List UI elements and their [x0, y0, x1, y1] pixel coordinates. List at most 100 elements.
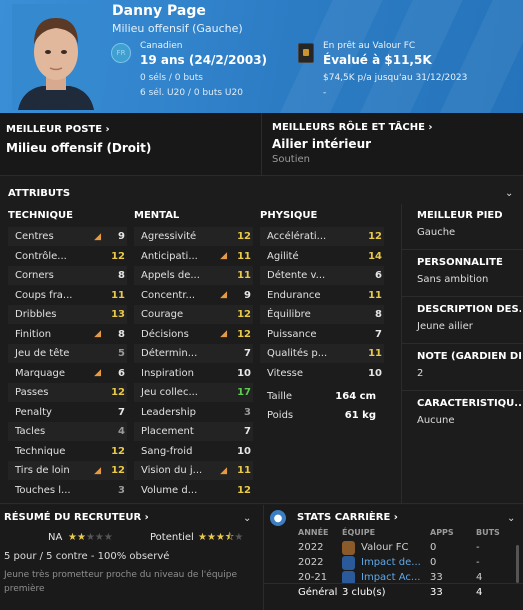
attribute-row[interactable]: Vitesse 10 — [260, 364, 384, 383]
attribute-name: Agressivité — [141, 231, 197, 242]
attribute-value: 12 — [368, 231, 382, 242]
training-arrow-icon: ◢ — [220, 290, 227, 300]
current-ability-label: NA — [48, 532, 63, 543]
attribute-value: 13 — [111, 309, 125, 320]
training-arrow-icon: ◢ — [94, 368, 101, 378]
attribute-value: 11 — [368, 348, 382, 359]
attribute-row[interactable]: Puissance 7 — [260, 325, 384, 344]
player-name[interactable]: Danny Page — [112, 3, 206, 19]
attribute-row[interactable]: Volume d... 12 — [134, 481, 253, 500]
attribute-row[interactable]: Concentr... ◢ 9 — [134, 286, 253, 305]
total-goals: 4 — [476, 587, 483, 598]
career-apps: 0 — [430, 557, 437, 568]
attribute-row[interactable]: Contrôle... 12 — [8, 247, 127, 266]
scout-chevron-down-icon[interactable]: ⌄ — [243, 513, 251, 524]
attribute-row[interactable]: Passes 12 — [8, 383, 127, 402]
career-year: 2022 — [298, 557, 324, 568]
attribute-value: 7 — [244, 426, 251, 437]
attribute-row[interactable]: Tacles 4 — [8, 422, 127, 441]
scout-summary: 5 pour / 5 contre - 100% observé — [4, 551, 170, 562]
club-badge-icon — [342, 556, 355, 570]
attribute-row[interactable]: Tirs de loin ◢ 12 — [8, 461, 127, 480]
attribute-row[interactable]: Placement 7 — [134, 422, 253, 441]
attribute-row[interactable]: Accélérati... 12 — [260, 227, 384, 246]
attribute-row[interactable]: Décisions ◢ 12 — [134, 325, 253, 344]
attribute-name: Vision du j... — [141, 465, 203, 476]
attribute-name: Détente v... — [267, 270, 326, 281]
attribute-row[interactable]: Jeu de tête 5 — [8, 344, 127, 363]
player-traits[interactable]: CARACTÉRISTIQU... Aucune — [417, 398, 521, 426]
personality-title: PERSONNALITÉ — [417, 257, 503, 268]
star-icon: ⯪ — [224, 532, 235, 543]
attribute-row[interactable]: Finition ◢ 8 — [8, 325, 127, 344]
attribute-value: 12 — [237, 328, 251, 340]
career-team[interactable]: Impact Ac... — [361, 572, 420, 583]
player-wage: $74,5K p/a jusqu'au 31/12/2023 — [323, 73, 468, 83]
height-row: Taille 164 cm — [260, 387, 384, 406]
attribute-row[interactable]: Penalty 7 — [8, 403, 127, 422]
attribute-row[interactable]: Dribbles 13 — [8, 305, 127, 324]
star-icon: ★ — [206, 532, 216, 543]
career-goals: 4 — [476, 572, 483, 583]
player-info-sidebar: MEILLEUR PIED Gauche PERSONNALITÉ Sans a… — [401, 204, 523, 504]
scout-report-title[interactable]: RÉSUMÉ DU RECRUTEUR › — [4, 512, 149, 523]
attribute-row[interactable]: Jeu collec... 17 — [134, 383, 253, 402]
attribute-name: Technique — [15, 445, 66, 457]
attribute-row[interactable]: Technique 12 — [8, 442, 127, 461]
attribute-row[interactable]: Détermin... 7 — [134, 344, 253, 363]
attribute-row[interactable]: Endurance 11 — [260, 286, 384, 305]
career-chevron-down-icon[interactable]: ⌄ — [507, 513, 515, 524]
attribute-name: Appels de... — [141, 270, 200, 281]
attribute-value: 6 — [118, 367, 125, 379]
attribute-name: Vitesse — [267, 367, 304, 379]
best-position-panel[interactable]: MEILLEUR POSTE › Milieu offensif (Droit) — [0, 113, 262, 176]
best-role-panel[interactable]: MEILLEURS RÔLE ET TÂCHE › Ailier intérie… — [263, 113, 523, 176]
attribute-row[interactable]: Équilibre 8 — [260, 305, 384, 324]
attribute-value: 10 — [368, 367, 382, 379]
attribute-row[interactable]: Inspiration 10 — [134, 364, 253, 383]
attribute-row[interactable]: Courage 12 — [134, 305, 253, 324]
attribute-name: Agilité — [267, 250, 299, 262]
star-icon: ★ — [234, 532, 244, 543]
attribute-name: Volume d... — [141, 484, 198, 496]
nationality[interactable]: Canadien — [140, 41, 182, 51]
attribute-row[interactable]: Qualités p... 11 — [260, 344, 384, 363]
chevron-down-icon[interactable]: ⌄ — [505, 188, 513, 199]
attribute-row[interactable]: Anticipati... ◢ 11 — [134, 247, 253, 266]
attribute-row[interactable]: Agressivité 12 — [134, 227, 253, 246]
attribute-value: 10 — [237, 367, 251, 379]
attribute-row[interactable]: Appels de... 11 — [134, 266, 253, 285]
attribute-value: 12 — [111, 445, 125, 457]
training-arrow-icon: ◢ — [94, 231, 101, 242]
career-stats-title[interactable]: STATS CARRIÈRE › — [297, 512, 398, 523]
attribute-name: Accélérati... — [267, 231, 327, 242]
attribute-name: Puissance — [267, 328, 317, 340]
attribute-row[interactable]: Leadership 3 — [134, 403, 253, 422]
attribute-row[interactable]: Agilité 14 — [260, 247, 384, 266]
attribute-value: 12 — [111, 465, 125, 476]
personality: PERSONNALITÉ Sans ambition — [417, 257, 521, 285]
attribute-row[interactable]: Touches l... 3 — [8, 481, 127, 500]
attribute-row[interactable]: Marquage ◢ 6 — [8, 364, 127, 383]
weight-value: 61 kg — [344, 410, 376, 421]
star-icon: ★ — [76, 532, 86, 543]
attribute-row[interactable]: Corners 8 — [8, 266, 127, 285]
attribute-name: Penalty — [15, 406, 52, 418]
career-team[interactable]: Impact de... — [361, 557, 421, 568]
attribute-row[interactable]: Vision du j... ◢ 11 — [134, 461, 253, 480]
scout-comment: Jeune très prometteur proche du niveau d… — [4, 570, 237, 594]
senior-caps: 0 séls / 0 buts — [140, 73, 203, 83]
attribute-row[interactable]: Coups fra... 11 — [8, 286, 127, 305]
description-title: DESCRIPTION DES... — [417, 304, 521, 315]
preferred-foot-value: Gauche — [417, 227, 456, 238]
attribute-value: 12 — [237, 484, 251, 496]
loan-status[interactable]: En prêt au Valour FC — [323, 41, 415, 51]
career-team[interactable]: Valour FC — [361, 542, 408, 553]
player-traits-title: CARACTÉRISTIQU... — [417, 398, 521, 409]
attribute-row[interactable]: Centres ◢ 9 — [8, 227, 127, 246]
career-scrollbar[interactable] — [516, 545, 519, 583]
total-apps: 33 — [430, 587, 443, 598]
attribute-row[interactable]: Détente v... 6 — [260, 266, 384, 285]
col-goals: BUTS — [476, 528, 500, 537]
attribute-row[interactable]: Sang-froid 10 — [134, 442, 253, 461]
